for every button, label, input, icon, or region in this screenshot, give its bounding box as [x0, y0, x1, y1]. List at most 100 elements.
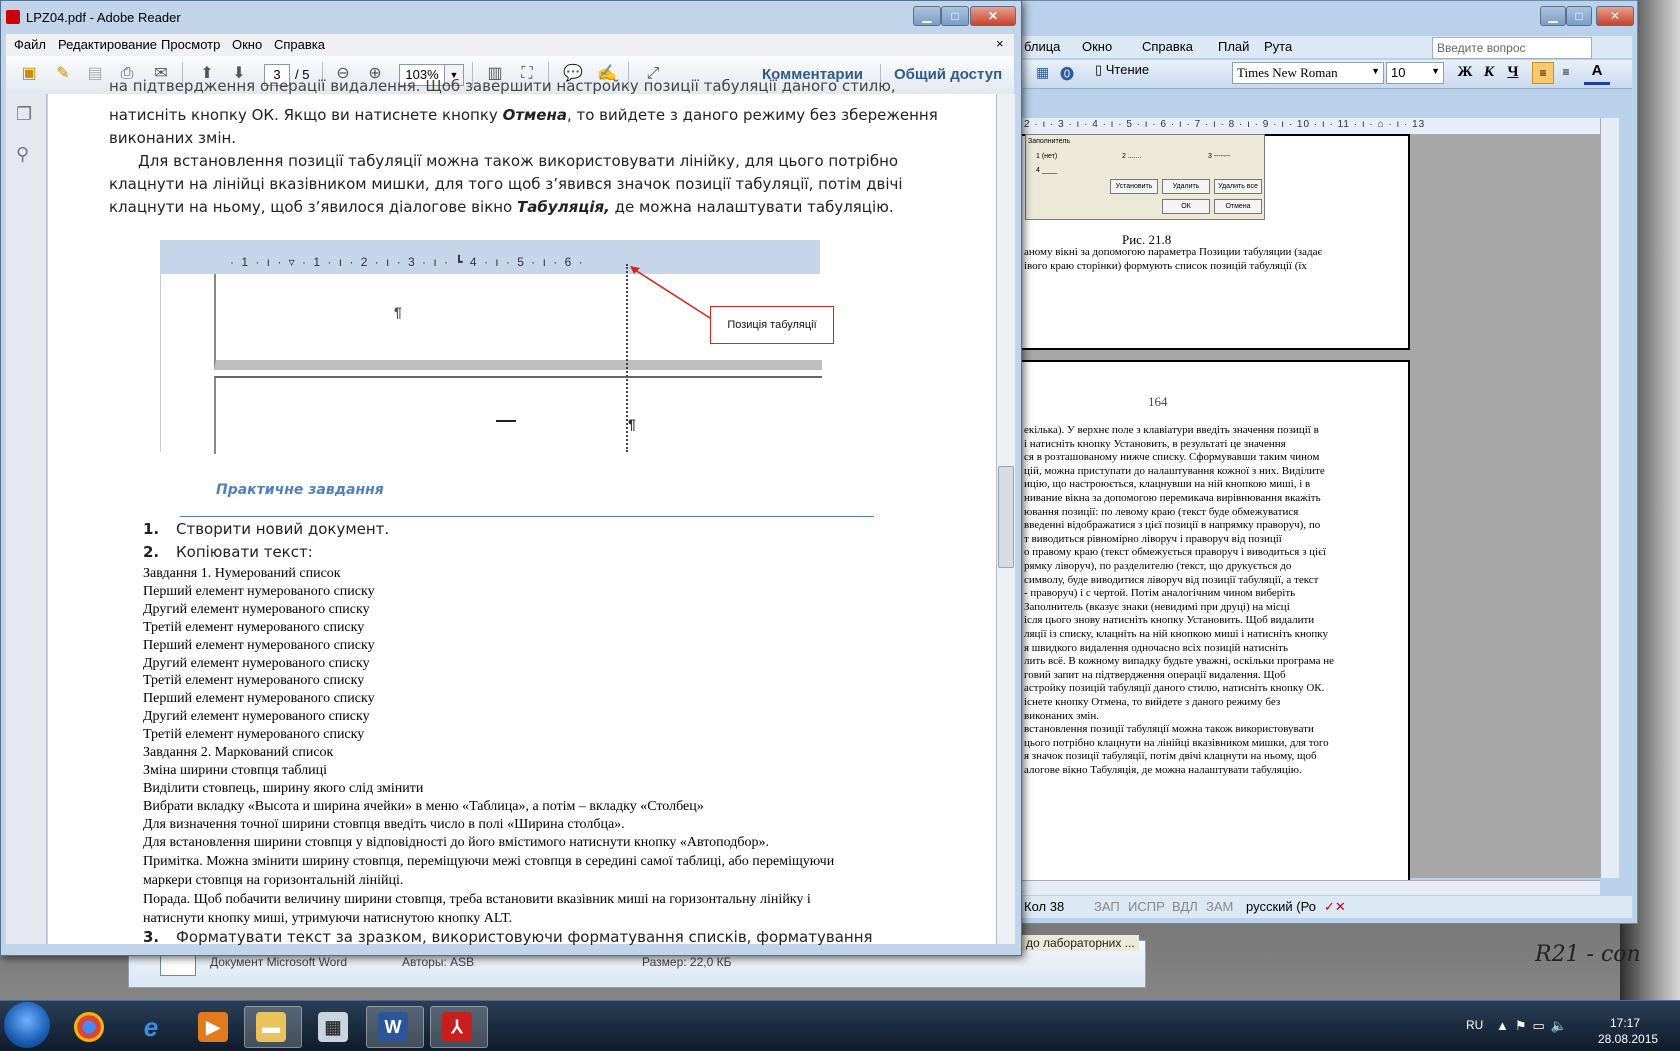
callout-arrow	[630, 266, 711, 319]
word-ruler-ticks: 2 · ı · 3 · ı · 4 · ı · 5 · ı · 6 · ı · …	[1024, 119, 1426, 130]
copy-text-line: Третій елемент нумерованого списку	[143, 673, 365, 689]
word-text-line: екілька). У верхнє поле з клавіатури вве…	[1024, 424, 1319, 436]
word-close-button[interactable]: ✕	[1596, 6, 1634, 26]
reader-scroll-thumb[interactable]	[998, 466, 1014, 568]
word-page-number: 164	[1148, 394, 1168, 409]
word-text-line: я значок позиції табуляції, потім двічі …	[1024, 750, 1317, 763]
word-italic-button[interactable]: К	[1478, 62, 1500, 82]
word-menu-table[interactable]: блица	[1024, 39, 1060, 54]
align-justify-icon[interactable]: ≡	[1556, 62, 1576, 82]
word-size-select[interactable]: 10 ▼	[1386, 62, 1444, 84]
word-table-icon[interactable]: ▦	[1036, 64, 1049, 81]
list-number: 2.	[143, 543, 160, 561]
word-text-line: т виводиться рівномірно ліворуч і правор…	[1024, 532, 1282, 545]
word-help-icon[interactable]: ⓿	[1060, 64, 1074, 84]
word-text-line: говий запит на підтвердження операції ви…	[1024, 668, 1286, 681]
copy-text-line: Другий елемент нумерованого списку	[143, 601, 370, 617]
word-reading-mode-button[interactable]: ▯ Чтение	[1095, 62, 1215, 84]
copy-text-line: Другий елемент нумерованого списку	[143, 709, 370, 725]
word-underline-button[interactable]: Ч	[1502, 62, 1524, 82]
explorer-authors: Авторы: ASB	[402, 955, 475, 969]
explorer-doctype: Документ Microsoft Word	[210, 955, 348, 969]
word-help-search-input[interactable]: Введите вопрос	[1432, 37, 1592, 59]
calculator-icon: ▦	[318, 1012, 348, 1042]
dialog-option-4: 4 ____	[1036, 167, 1058, 174]
copy-text-line: Третій елемент нумерованого списку	[143, 727, 365, 743]
copy-text-line: Другий елемент нумерованого списку	[143, 655, 370, 671]
dialog-option-3: 3 -------	[1208, 153, 1231, 160]
word-text-line: івого краю сторінки) формують список поз…	[1024, 260, 1307, 272]
word-text-line: символу, буде виводитися ліворуч від поз…	[1024, 573, 1319, 586]
word-text-line: о правому краю (текст обмежується правор…	[1024, 546, 1326, 559]
dialog-delete-all-button: Удалить все	[1214, 179, 1262, 194]
word-figure-tab-dialog: Заполнитель 1 (нет) 2 ....... 3 ------- …	[1025, 134, 1265, 220]
list-item: Форматувати текст за зразком, використов…	[176, 928, 873, 945]
list-item: Створити новий документ.	[176, 520, 390, 538]
word-text-line: цій, можна приступати до налаштування ко…	[1024, 464, 1325, 477]
chevron-down-icon: ▼	[1431, 66, 1440, 76]
word-text-line: ісля цього знову натисніть кнопку Устано…	[1024, 614, 1315, 627]
list-number: 1.	[143, 520, 160, 538]
word-help-placeholder: Введите вопрос	[1437, 41, 1526, 55]
word-text-line: встановлення позиції табуляції можна так…	[1024, 723, 1314, 736]
folder-icon: ▬	[256, 1012, 286, 1042]
word-menu-ruta[interactable]: Рута	[1264, 39, 1292, 54]
dialog-option-1: 1 (нет)	[1036, 153, 1058, 160]
word-menu-help[interactable]: Справка	[1142, 39, 1193, 54]
section-divider	[180, 516, 874, 517]
word-text-line: виконаних змін.	[1024, 709, 1100, 722]
chevron-down-icon: ▼	[1371, 66, 1380, 76]
word-text-line: цього потрібно клацнути на лінійці вказі…	[1024, 736, 1329, 749]
word-font-select[interactable]: Times New Roman ▼	[1232, 62, 1384, 84]
explorer-size: Размер: 22,0 КБ	[642, 955, 732, 969]
word-text-line: астройку позицій табуляції даного стилю,…	[1024, 682, 1325, 695]
word-vertical-scrollbar[interactable]	[1600, 118, 1619, 878]
status-ovr: ЗАМ	[1206, 899, 1234, 914]
word-ruler[interactable]: 2 · ı · 3 · ı · 4 · ı · 5 · ı · 6 · ı · …	[1020, 118, 1600, 135]
word-status-bar: Кол 38 ЗАП ИСПР ВДЛ ЗАМ русский (Ро ✓✕	[1020, 896, 1632, 918]
word-reading-label: Чтение	[1105, 62, 1150, 77]
note-line: маркери стовпця на горизонтальній лінійц…	[143, 873, 404, 888]
dialog-cancel-button: Отмена	[1214, 199, 1262, 214]
word-text-line: ляції із списку, клацніть на ній кнопкою…	[1024, 628, 1328, 640]
start-button[interactable]	[4, 1002, 50, 1048]
word-menu-plai[interactable]: Плай	[1218, 39, 1249, 54]
word-font-value: Times New Roman	[1237, 65, 1338, 80]
word-maximize-button[interactable]: □	[1566, 6, 1592, 26]
word-text-line: ицію, що настроюється, клацнувши на ній …	[1024, 478, 1311, 491]
word-text-line: рямку ліворуч), по разделителю (текст, щ…	[1024, 560, 1292, 572]
copy-text-line: Завдання 1. Нумерований список	[143, 566, 341, 581]
media-player-icon: ▶	[198, 1012, 228, 1042]
align-left-icon[interactable]: ≡	[1532, 62, 1554, 84]
language-indicator[interactable]: RU	[1466, 1018, 1483, 1032]
dialog-group-label: Заполнитель	[1028, 138, 1071, 145]
section-title: Практичне завдання	[216, 482, 384, 498]
list-number: 3.	[143, 928, 160, 946]
word-bold-button[interactable]: Ж	[1454, 62, 1476, 82]
copy-text-line: Зміна ширини стовпця таблиці	[143, 762, 328, 778]
copy-text-line: Виділити стовпець, ширину якого слід змі…	[143, 780, 424, 796]
font-color-icon[interactable]: A	[1584, 62, 1610, 85]
word-text-line: Заполнитель (вказує знаки (невидимі при …	[1024, 600, 1290, 613]
dialog-ok-button: ОК	[1162, 199, 1210, 214]
word-text-line: нивание вікна за допомогою перемикача ви…	[1024, 492, 1321, 504]
word-text-line: і натисніть кнопку Установить, в результ…	[1024, 437, 1286, 450]
adobe-reader-icon: ⅄	[442, 1012, 472, 1042]
tip-line: Порада. Щоб побачити величину ширини сто…	[143, 892, 811, 907]
word-menu-window[interactable]: Окно	[1082, 39, 1112, 54]
internet-explorer-icon: e	[143, 1012, 159, 1042]
explorer-taskbar-link[interactable]: до лабораторних ...	[1022, 935, 1139, 951]
word-horizontal-scrollbar[interactable]	[1020, 880, 1600, 895]
tip-line: натиснути кнопку миші, утримуючи натисну…	[143, 911, 513, 926]
word-text-line: лить всё. В кожному випадку будьте уважн…	[1024, 655, 1335, 668]
status-rec: ЗАП	[1094, 899, 1120, 914]
status-language: русский (Ро	[1246, 899, 1316, 914]
word-text-line: ся в розташованому нижче списку. Сформув…	[1024, 451, 1320, 464]
clock-time[interactable]: 17:17	[1610, 1016, 1640, 1030]
tray-icons[interactable]: ▲⚑▭🔈	[1496, 1018, 1573, 1034]
spellcheck-icon[interactable]: ✓✕	[1324, 899, 1346, 915]
word-minimize-button[interactable]: ▁	[1540, 6, 1566, 26]
copy-text-line: Для встановлення ширини стовпця у відпов…	[143, 834, 770, 850]
clock-date[interactable]: 28.08.2015	[1598, 1032, 1658, 1046]
copy-text-line: Для визначення точної ширини стовпця вве…	[143, 816, 625, 832]
